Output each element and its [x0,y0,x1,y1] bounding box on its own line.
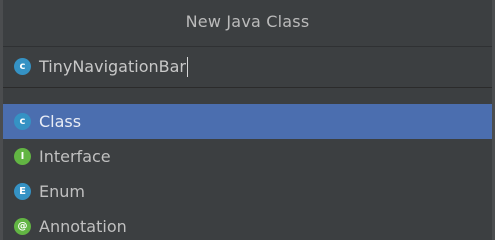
kind-item-class[interactable]: c Class [3,104,492,139]
annotation-icon: @ [14,218,31,235]
interface-icon: I [14,148,31,165]
kind-list: c Class I Interface E Enum @ Annotation [3,104,492,240]
kind-item-annotation[interactable]: @ Annotation [3,209,492,240]
kind-item-enum[interactable]: E Enum [3,174,492,209]
class-icon: c [14,58,31,75]
kind-item-label: Enum [39,182,85,201]
kind-item-label: Annotation [39,217,127,236]
divider [3,87,492,88]
new-java-class-dialog: New Java Class c TinyNavigationBar c Cla… [0,0,495,240]
kind-item-interface[interactable]: I Interface [3,139,492,174]
enum-icon: E [14,183,31,200]
text-caret [187,56,188,77]
class-name-field[interactable]: c TinyNavigationBar [3,46,492,86]
dialog-title-bar: New Java Class [3,0,492,42]
class-name-input[interactable]: TinyNavigationBar [39,56,188,77]
class-icon: c [14,113,31,130]
kind-item-label: Class [39,112,82,131]
class-name-value: TinyNavigationBar [39,57,186,76]
dialog-title: New Java Class [185,11,310,31]
kind-item-label: Interface [39,147,111,166]
